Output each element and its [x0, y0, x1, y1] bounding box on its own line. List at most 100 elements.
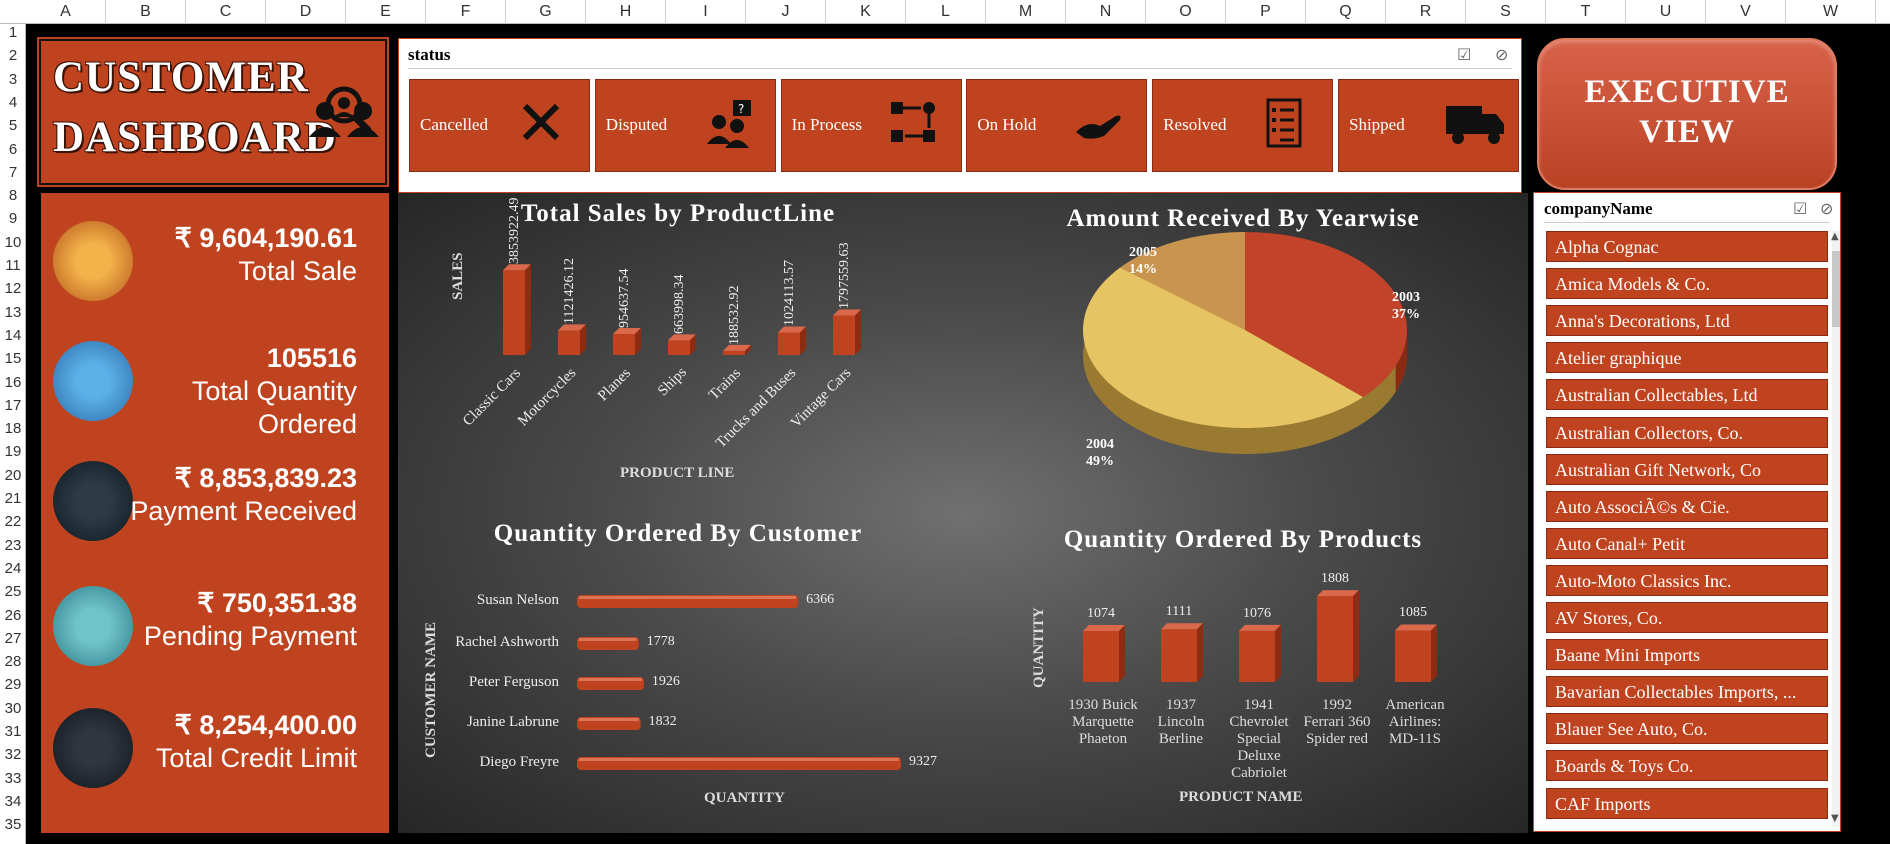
- x-axis-title-quantity: QUANTITY: [704, 790, 785, 806]
- customer-name-label: Peter Ferguson: [468, 674, 559, 690]
- company-filter-item[interactable]: Bavarian Collectables Imports, ...: [1546, 676, 1828, 708]
- customer-qty-bar: [577, 637, 639, 650]
- product-name-label: Cabriolet: [1231, 765, 1287, 781]
- x-axis-title-product-name: PRODUCT NAME: [1179, 789, 1303, 805]
- customer-name-label: Diego Freyre: [479, 754, 559, 770]
- product-name-label: Chevrolet: [1229, 714, 1289, 730]
- product-qty-data-label: 1808: [1321, 571, 1349, 587]
- x-axis-title-product-line: PRODUCT LINE: [620, 465, 735, 481]
- sales-bar: [613, 327, 641, 355]
- chart-title-qty-by-products: Quantity Ordered By Products: [1063, 526, 1423, 553]
- company-slicer-scrollbar[interactable]: [1832, 231, 1840, 827]
- product-name-label: Phaeton: [1078, 731, 1128, 747]
- customer-qty-data-label: 9327: [908, 754, 937, 769]
- sales-data-label: 954637.54: [617, 268, 632, 328]
- company-filter-item[interactable]: Blauer See Auto, Co.: [1546, 713, 1828, 745]
- sales-bar: [778, 326, 806, 355]
- product-name-label: 1992: [1322, 697, 1352, 713]
- sales-bar: [723, 344, 751, 355]
- pie-slice-name-label: 2003: [1392, 290, 1420, 305]
- product-name-label: Airlines:: [1388, 714, 1442, 730]
- y-axis-title-sales: SALES: [450, 252, 466, 300]
- company-name-slicer: companyName ☑ ⊘ Alpha Cognac Amica Models…: [1533, 192, 1841, 832]
- company-filter-item[interactable]: Australian Gift Network, Co: [1546, 453, 1828, 485]
- scroll-up-icon[interactable]: ▲: [1831, 231, 1839, 242]
- pie-slice-name-label: 2005: [1129, 245, 1157, 260]
- customer-qty-data-label: 1778: [646, 634, 675, 649]
- customer-qty-data-label: 1926: [651, 674, 680, 689]
- company-filter-item[interactable]: CAF Imports: [1546, 787, 1828, 819]
- multi-select-icon[interactable]: ☑: [1793, 199, 1807, 218]
- pie-slice-percent-label: 37%: [1392, 307, 1420, 322]
- customer-qty-bar: [577, 595, 799, 608]
- customer-name-label: Janine Labrune: [466, 714, 559, 730]
- product-qty-data-label: 1074: [1087, 605, 1115, 621]
- customer-qty-data-label: 6366: [806, 592, 835, 607]
- scrollbar-thumb[interactable]: [1832, 251, 1840, 327]
- company-slicer-header: companyName: [1544, 199, 1653, 218]
- company-filter-item[interactable]: Alpha Cognac: [1546, 231, 1828, 262]
- pie-slice-percent-label: 14%: [1129, 262, 1157, 277]
- company-filter-item[interactable]: Auto-Moto Classics Inc.: [1546, 564, 1828, 596]
- company-filter-item[interactable]: Baane Mini Imports: [1546, 639, 1828, 671]
- sales-bar: [833, 309, 861, 355]
- company-filter-item[interactable]: Boards & Toys Co.: [1546, 750, 1828, 782]
- company-filter-item[interactable]: Atelier graphique: [1546, 342, 1828, 374]
- product-name-label: Special: [1236, 731, 1282, 747]
- product-name-label: Deluxe: [1237, 748, 1281, 764]
- customer-qty-bar: [577, 677, 644, 690]
- customer-qty-bar: [577, 757, 901, 770]
- company-filter-item[interactable]: Anna's Decorations, Ltd: [1546, 305, 1828, 337]
- executive-label-line-2: VIEW: [1639, 114, 1735, 150]
- product-name-label: Ferrari 360: [1303, 714, 1371, 730]
- product-name-label: 1937: [1166, 697, 1196, 713]
- chart-title-sales-by-productline: Total Sales by ProductLine: [520, 200, 836, 227]
- sales-data-label: 1797559.63: [837, 242, 852, 310]
- company-filter-item[interactable]: AV Stores, Co.: [1546, 602, 1828, 633]
- sales-data-label: 188532.92: [727, 285, 742, 345]
- sales-bar: [558, 324, 586, 355]
- product-name-label: Spider red: [1305, 731, 1369, 747]
- product-qty-bar: [1239, 624, 1281, 682]
- product-qty-bar: [1083, 624, 1125, 682]
- customer-name-label: Susan Nelson: [476, 592, 559, 608]
- product-name-label: 1941: [1244, 697, 1274, 713]
- pie-slice-percent-label: 49%: [1086, 454, 1114, 469]
- sales-data-label: 663998.34: [672, 274, 687, 335]
- customer-qty-bar: [577, 717, 641, 730]
- product-qty-bar: [1161, 623, 1203, 682]
- y-axis-title-quantity: QUANTITY: [1031, 607, 1047, 688]
- y-axis-title-customer-name: CUSTOMER NAME: [423, 622, 439, 758]
- product-qty-data-label: 1076: [1243, 605, 1271, 621]
- company-filter-item[interactable]: Australian Collectors, Co.: [1546, 416, 1828, 448]
- sales-data-label: 1024113.57: [782, 260, 797, 327]
- sales-data-label: 3853922.49: [507, 197, 522, 265]
- product-name-label: Marquette: [1072, 714, 1134, 730]
- company-filter-item[interactable]: Auto Canal+ Petit: [1546, 527, 1828, 559]
- product-name-label: Berline: [1158, 731, 1204, 747]
- product-qty-bar: [1317, 590, 1359, 682]
- sales-data-label: 1121426.12: [562, 258, 577, 325]
- product-qty-data-label: 1111: [1165, 604, 1193, 620]
- company-filter-item[interactable]: Amica Models & Co.: [1546, 268, 1828, 300]
- product-name-label: American: [1385, 697, 1445, 713]
- sales-bar: [668, 334, 696, 355]
- scroll-down-icon[interactable]: ▼: [1831, 813, 1839, 824]
- customer-qty-data-label: 1832: [648, 714, 677, 729]
- product-name-label: MD-11S: [1389, 731, 1441, 747]
- product-qty-data-label: 1085: [1399, 605, 1427, 621]
- product-qty-bar: [1395, 624, 1437, 682]
- product-name-label: 1930 Buick: [1068, 697, 1138, 713]
- chart-title-amount-by-year: Amount Received By Yearwise: [1066, 205, 1420, 232]
- chart-title-qty-by-customer: Quantity Ordered By Customer: [493, 520, 863, 547]
- slicer-divider: [1544, 222, 1830, 223]
- customer-name-label: Rachel Ashworth: [455, 634, 559, 650]
- executive-label-line-1: EXECUTIVE: [1584, 74, 1790, 110]
- company-filter-item[interactable]: Auto AssociÃ©s & Cie.: [1546, 490, 1828, 522]
- company-filter-item[interactable]: Australian Collectables, Ltd: [1546, 379, 1828, 411]
- clear-filter-icon[interactable]: ⊘: [1820, 199, 1833, 218]
- product-name-label: Lincoln: [1157, 714, 1205, 730]
- sales-bar: [503, 264, 531, 355]
- executive-view-button[interactable]: EXECUTIVE VIEW: [1537, 38, 1837, 190]
- pie-slice-name-label: 2004: [1086, 437, 1114, 452]
